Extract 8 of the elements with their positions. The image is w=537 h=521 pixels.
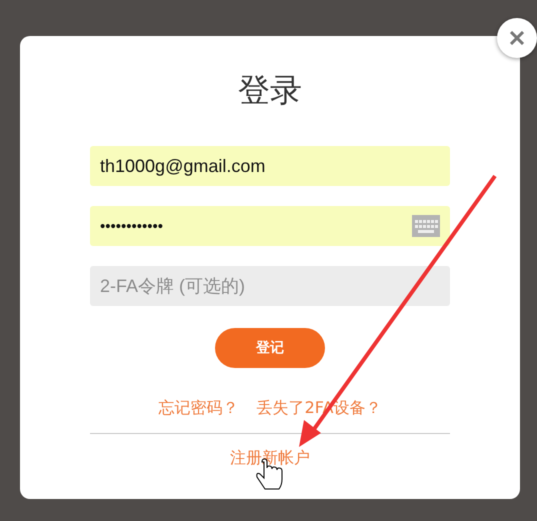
close-button[interactable] [497,18,537,58]
help-link[interactable]: 忘记密码？ [158,398,239,419]
login-button[interactable]: 登记 [215,328,325,368]
close-icon [510,31,524,45]
input-field[interactable]: th1000g@gmail.com [90,146,450,186]
password-field[interactable]: •••••••••••• [90,206,450,246]
input-field[interactable]: 2-FA令牌 (可选的) [90,266,450,306]
dialog-title: 登录 [238,70,302,110]
